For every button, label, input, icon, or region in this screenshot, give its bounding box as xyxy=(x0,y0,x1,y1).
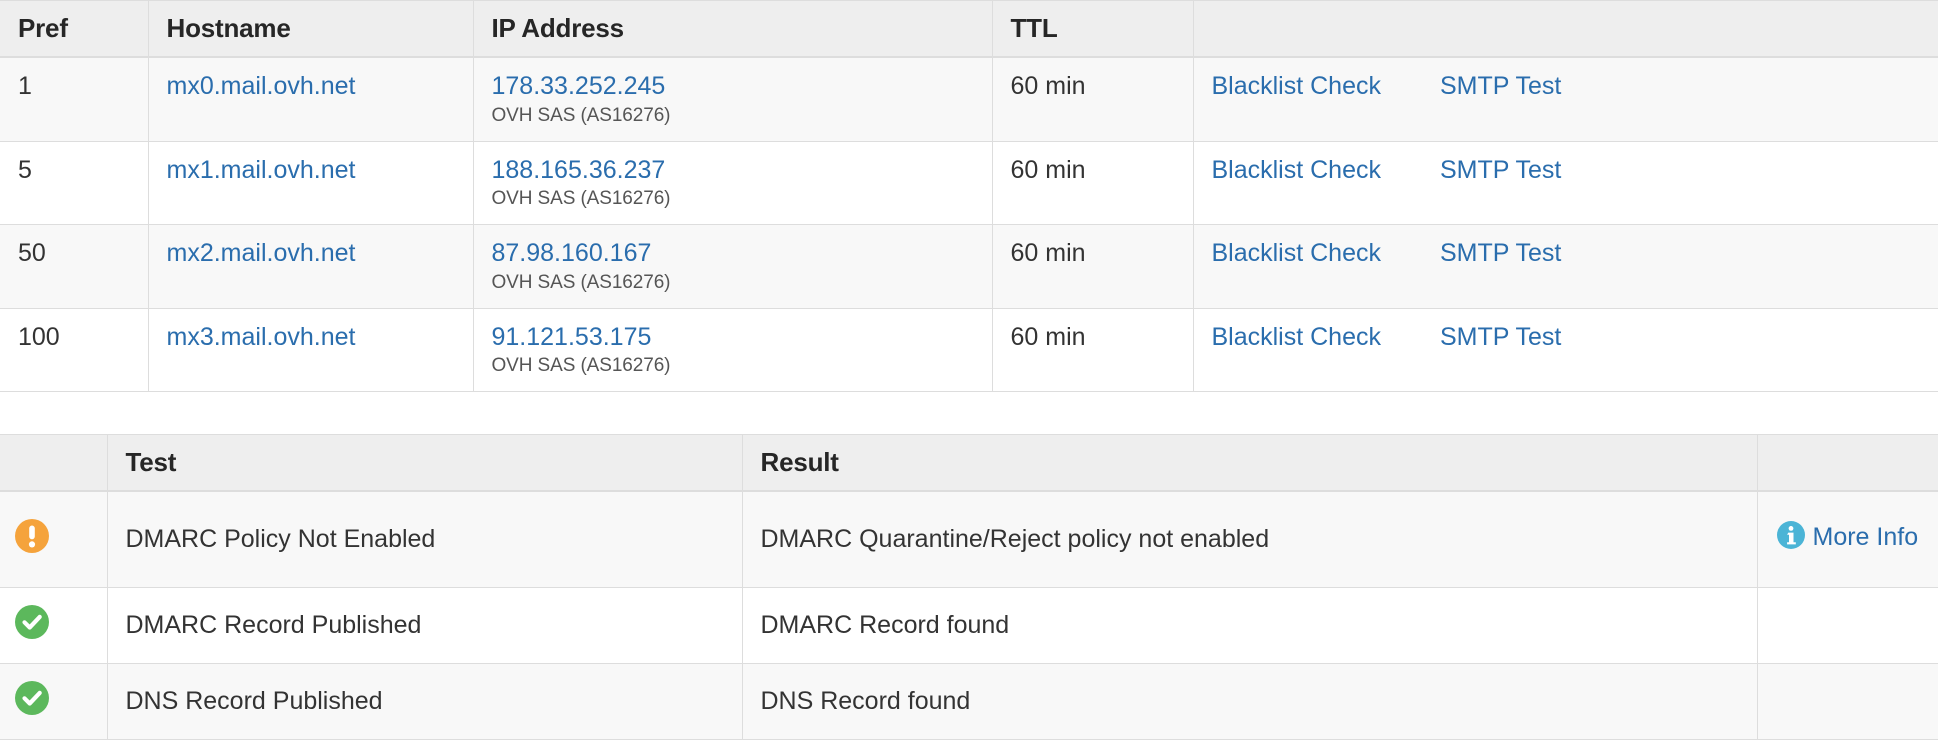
dmarc-tests-section: Test Result DMARC Policy Not Enabled DMA… xyxy=(0,434,1938,740)
pref-cell: 5 xyxy=(0,141,149,225)
table-row: 1 mx0.mail.ovh.net 178.33.252.245 OVH SA… xyxy=(0,57,1938,142)
test-name-cell: DNS Record Published xyxy=(107,663,743,740)
section-spacer xyxy=(0,392,1938,434)
hostname-cell: mx2.mail.ovh.net xyxy=(148,224,474,309)
pref-cell: 100 xyxy=(0,308,149,392)
warning-icon xyxy=(14,518,50,561)
ip-address-link[interactable]: 178.33.252.245 xyxy=(492,72,666,100)
mx-records-section: Pref Hostname IP Address TTL 1 mx0.mail.… xyxy=(0,0,1938,392)
blacklist-check-link[interactable]: Blacklist Check xyxy=(1212,239,1382,267)
test-table-header-row: Test Result xyxy=(0,434,1938,492)
ttl-cell: 60 min xyxy=(992,224,1194,309)
blacklist-check-link[interactable]: Blacklist Check xyxy=(1212,323,1382,351)
actions-cell: Blacklist Check SMTP Test xyxy=(1193,308,1938,392)
actions-cell: Blacklist Check SMTP Test xyxy=(1193,224,1938,309)
hostname-link[interactable]: mx2.mail.ovh.net xyxy=(167,239,356,267)
ip-asn-label: OVH SAS (AS16276) xyxy=(491,355,671,376)
column-header-ip-address: IP Address xyxy=(473,0,993,58)
test-name-cell: DMARC Record Published xyxy=(107,587,743,664)
test-result-cell: DMARC Quarantine/Reject policy not enabl… xyxy=(742,491,1758,588)
hostname-cell: mx0.mail.ovh.net xyxy=(148,57,474,142)
hostname-link[interactable]: mx1.mail.ovh.net xyxy=(167,156,356,184)
ttl-cell: 60 min xyxy=(992,308,1194,392)
test-result-cell: DMARC Record found xyxy=(742,587,1758,664)
column-header-ttl: TTL xyxy=(992,0,1194,58)
ip-asn-label: OVH SAS (AS16276) xyxy=(491,188,671,209)
table-row: 100 mx3.mail.ovh.net 91.121.53.175 OVH S… xyxy=(0,308,1938,392)
smtp-test-link[interactable]: SMTP Test xyxy=(1440,156,1561,184)
table-row: DNS Record Published DNS Record found xyxy=(0,663,1938,740)
ip-cell: 91.121.53.175 OVH SAS (AS16276) xyxy=(473,308,993,392)
column-header-test: Test xyxy=(107,434,743,492)
more-info-label: More Info xyxy=(1812,523,1919,552)
info-icon xyxy=(1776,520,1806,558)
hostname-cell: mx1.mail.ovh.net xyxy=(148,141,474,225)
column-header-status xyxy=(0,434,108,492)
ttl-cell: 60 min xyxy=(992,57,1194,142)
smtp-test-link[interactable]: SMTP Test xyxy=(1440,72,1561,100)
more-info-cell xyxy=(1757,663,1938,740)
smtp-test-link[interactable]: SMTP Test xyxy=(1440,323,1561,351)
ip-cell: 87.98.160.167 OVH SAS (AS16276) xyxy=(473,224,993,309)
column-header-hostname: Hostname xyxy=(148,0,474,58)
table-row: 50 mx2.mail.ovh.net 87.98.160.167 OVH SA… xyxy=(0,224,1938,309)
pref-cell: 1 xyxy=(0,57,149,142)
status-cell xyxy=(0,587,108,664)
more-info-cell xyxy=(1757,587,1938,664)
ip-cell: 178.33.252.245 OVH SAS (AS16276) xyxy=(473,57,993,142)
test-name-cell: DMARC Policy Not Enabled xyxy=(107,491,743,588)
mx-table-header-row: Pref Hostname IP Address TTL xyxy=(0,0,1938,58)
ip-asn-label: OVH SAS (AS16276) xyxy=(491,271,671,293)
success-icon xyxy=(14,680,50,723)
test-result-cell: DNS Record found xyxy=(742,663,1758,740)
table-row: 5 mx1.mail.ovh.net 188.165.36.237 OVH SA… xyxy=(0,141,1938,225)
column-header-actions xyxy=(1193,0,1938,58)
more-info-link[interactable]: More Info xyxy=(1776,521,1919,552)
smtp-test-link[interactable]: SMTP Test xyxy=(1440,239,1561,267)
ip-address-link[interactable]: 188.165.36.237 xyxy=(492,156,666,184)
mx-records-table: Pref Hostname IP Address TTL 1 mx0.mail.… xyxy=(0,0,1938,392)
hostname-link[interactable]: mx3.mail.ovh.net xyxy=(167,323,356,351)
ip-address-link[interactable]: 91.121.53.175 xyxy=(492,323,652,351)
ip-address-link[interactable]: 87.98.160.167 xyxy=(492,239,652,267)
column-header-result: Result xyxy=(742,434,1758,492)
more-info-cell: More Info xyxy=(1757,491,1938,588)
actions-cell: Blacklist Check SMTP Test xyxy=(1193,141,1938,225)
blacklist-check-link[interactable]: Blacklist Check xyxy=(1212,72,1382,100)
pref-cell: 50 xyxy=(0,224,149,309)
dmarc-tests-table: Test Result DMARC Policy Not Enabled DMA… xyxy=(0,434,1938,740)
status-cell xyxy=(0,663,108,740)
blacklist-check-link[interactable]: Blacklist Check xyxy=(1212,156,1382,184)
ttl-cell: 60 min xyxy=(992,141,1194,225)
actions-cell: Blacklist Check SMTP Test xyxy=(1193,57,1938,142)
column-header-more xyxy=(1757,434,1938,492)
success-icon xyxy=(14,604,50,647)
column-header-pref: Pref xyxy=(0,0,149,58)
table-row: DMARC Policy Not Enabled DMARC Quarantin… xyxy=(0,491,1938,588)
table-row: DMARC Record Published DMARC Record foun… xyxy=(0,587,1938,664)
ip-asn-label: OVH SAS (AS16276) xyxy=(491,104,671,126)
ip-cell: 188.165.36.237 OVH SAS (AS16276) xyxy=(473,141,993,225)
hostname-cell: mx3.mail.ovh.net xyxy=(148,308,474,392)
hostname-link[interactable]: mx0.mail.ovh.net xyxy=(167,72,356,100)
status-cell xyxy=(0,491,108,588)
